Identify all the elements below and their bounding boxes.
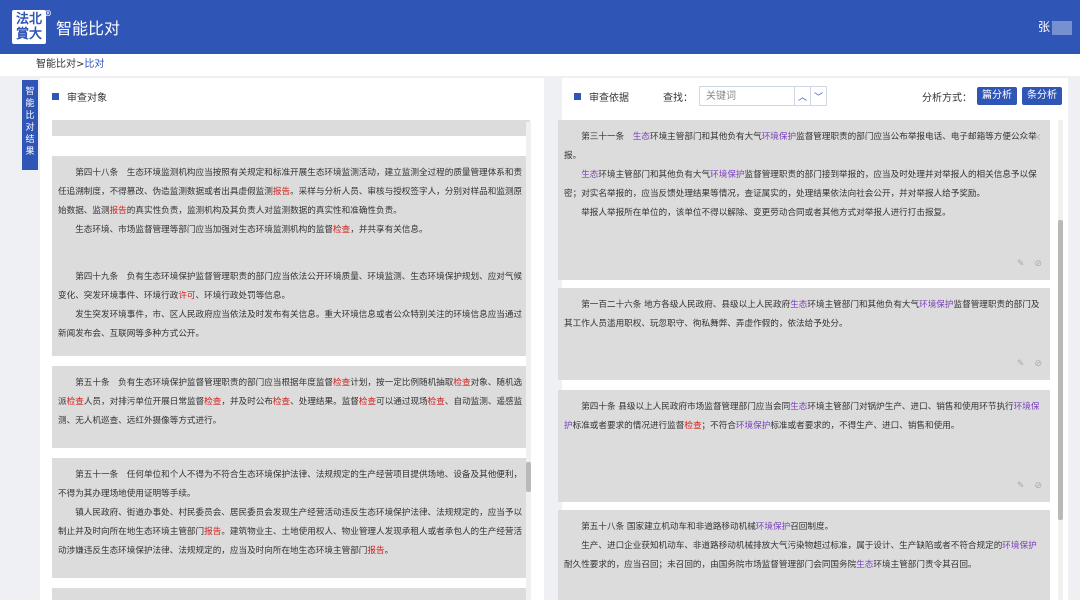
pencil-icon[interactable]: ✎: [1017, 359, 1025, 369]
search-input[interactable]: [699, 86, 795, 106]
clause-paragraph: 第五十一条 任何单位和个人不得为不符合生态环境保护法律、法规规定的生产经营项目提…: [58, 470, 523, 499]
clause-paragraph: 生态环境主管部门和其他负有大气环境保护监督管理职责的部门接到举报的，应当及时处理…: [564, 170, 1037, 199]
side-tab-results[interactable]: 智能比对结果: [22, 80, 38, 170]
keyword-highlight: 检查: [684, 421, 702, 431]
keyword-highlight: 报告: [272, 187, 291, 197]
search-down-button[interactable]: ﹀: [811, 86, 827, 106]
clause-paragraph: 第四十八条 生态环境监测机构应当按照有关规定和标准开展生态环境监测活动，建立监测…: [58, 168, 523, 216]
clause-paragraph: 第五十条 负有生态环境保护监督管理职责的部门应当根据年度监督检查计划，按一定比例…: [58, 378, 523, 426]
panel-title: 审查依据: [589, 92, 629, 104]
keyword-highlight: 生态: [581, 170, 599, 180]
keyword-highlight: 报告: [109, 206, 127, 216]
search-label: 查找：: [663, 92, 693, 104]
clause-paragraph: 第四十九条 负有生态环境保护监督管理职责的部门应当依法公开环境质量、环境监测、生…: [58, 272, 523, 301]
keyword-highlight: 生态: [856, 560, 874, 570]
clause-paragraph: 第一百二十六条 地方各级人民政府、县级以上人民政府生态环境主管部门和其他负有大气…: [564, 300, 1040, 329]
top-bar: 法北 賞大 ® 智能比对 张: [0, 0, 1080, 54]
keyword-highlight: 报告: [204, 527, 222, 537]
check-circle-icon[interactable]: ⊘: [1034, 359, 1042, 369]
keyword-highlight: 检查: [427, 397, 445, 407]
basis-card[interactable]: 第四十条 县级以上人民政府市场监督管理部门应当会同生态环境主管部门对锅炉生产、进…: [558, 390, 1050, 502]
clause-card[interactable]: 第五十一条 任何单位和个人不得为不符合生态环境保护法律、法规规定的生产经营项目提…: [52, 458, 530, 578]
scrollbar-thumb[interactable]: [526, 462, 531, 492]
analysis-label: 分析方式：: [922, 92, 972, 104]
clause-card: [52, 120, 530, 136]
scrollbar[interactable]: [526, 122, 531, 600]
keyword-highlight: 检查: [333, 378, 351, 388]
clause-paragraph: 发生突发环境事件，市、区人民政府应当依法及时发布有关信息。重大环境信息或者公众特…: [58, 310, 523, 339]
basis-card[interactable]: 第一百二十六条 地方各级人民政府、县级以上人民政府生态环境主管部门和其他负有大气…: [558, 288, 1050, 380]
keyword-highlight: 生态: [790, 300, 808, 310]
clause-card[interactable]: 第五十条 负有生态环境保护监督管理职责的部门应当根据年度监督检查计划，按一定比例…: [52, 366, 530, 448]
square-icon: [574, 92, 581, 100]
keyword-highlight: 检查: [66, 397, 84, 407]
breadcrumb: 智能比对>比对: [0, 54, 1080, 76]
keyword-highlight: 报告: [367, 546, 385, 556]
keyword-highlight: 检查: [358, 397, 377, 407]
keyword-highlight: 检查: [272, 397, 291, 407]
basis-list[interactable]: 第三十一条 生态环境主管部门和其他负有大气环境保护监督管理职责的部门应当公布举报…: [558, 120, 1050, 600]
check-circle-icon[interactable]: ⊘: [1034, 259, 1042, 269]
keyword-highlight: 检查: [453, 378, 471, 388]
clause-card[interactable]: 第四十八条 生态环境监测机构应当按照有关规定和标准开展生态环境监测活动，建立监测…: [52, 156, 530, 270]
keyword-highlight: 许可: [178, 291, 196, 301]
scrollbar[interactable]: [1058, 120, 1063, 600]
clause-paragraph: 第四十条 县级以上人民政府市场监督管理部门应当会同生态环境主管部门对锅炉生产、进…: [564, 402, 1040, 431]
user-menu[interactable]: 张: [1038, 18, 1080, 35]
keyword-highlight: 环境保护: [710, 170, 745, 180]
review-object-panel: 审查对象 第四十八条 生态环境监测机构应当按照有关规定和标准开展生态环境监测活动…: [40, 78, 544, 600]
breadcrumb-current: 比对: [84, 59, 105, 70]
clause-paragraph: 生态环境、市场监督管理等部门应当加强对生态环境监测机构的监督检查，并共享有关信息…: [75, 225, 428, 235]
pencil-icon[interactable]: ✎: [1017, 259, 1025, 269]
keyword-highlight: 生态: [632, 132, 650, 142]
keyword-highlight: 检查: [204, 397, 222, 407]
review-basis-panel: 审查依据 查找： ︿ ﹀ 分析方式： 篇分析 条分析 第三十一条 生态环境主管部…: [558, 78, 1068, 600]
clause-paragraph: 第五十八条 国家建立机动车和非道路移动机械环境保护召回制度。: [581, 522, 834, 532]
chevron-down-icon: ﹀: [813, 92, 823, 103]
logo: 法北 賞大 ®: [12, 8, 52, 44]
clause-list[interactable]: 第四十八条 生态环境监测机构应当按照有关规定和标准开展生态环境监测活动，建立监测…: [52, 120, 530, 600]
chevron-up-icon: ︿: [797, 92, 807, 103]
panel-title: 审查对象: [67, 92, 107, 104]
clause-card: [52, 588, 530, 600]
basis-card[interactable]: 第三十一条 生态环境主管部门和其他负有大气环境保护监督管理职责的部门应当公布举报…: [558, 120, 1050, 280]
close-icon[interactable]: ✕: [1033, 128, 1042, 147]
clause-paragraph: 举报人举报所在单位的，该单位不得以解除、变更劳动合同或者其他方式对举报人进行打击…: [581, 208, 951, 218]
article-analysis-button[interactable]: 篇分析: [977, 87, 1017, 105]
clause-paragraph: 镇人民政府、街道办事处、村民委员会、居民委员会发现生产经营活动违反生态环境保护法…: [58, 508, 523, 556]
check-circle-icon[interactable]: ⊘: [1034, 481, 1042, 491]
keyword-highlight: 环境保护: [1002, 541, 1037, 551]
pencil-icon[interactable]: ✎: [1017, 481, 1025, 491]
user-name-mask: [1052, 20, 1072, 35]
keyword-highlight: 环境保护: [755, 522, 791, 532]
square-icon: [52, 92, 59, 100]
scrollbar-thumb[interactable]: [1058, 220, 1063, 520]
keyword-highlight: 环境保护: [919, 300, 954, 310]
search-up-button[interactable]: ︿: [795, 86, 811, 106]
clause-analysis-button[interactable]: 条分析: [1022, 87, 1062, 105]
breadcrumb-root[interactable]: 智能比对: [36, 59, 76, 70]
keyword-highlight: 环境保护: [761, 132, 797, 142]
keyword-highlight: 生态: [790, 402, 808, 412]
clause-card[interactable]: 第四十九条 负有生态环境保护监督管理职责的部门应当依法公开环境质量、环境监测、生…: [52, 260, 530, 356]
app-title: 智能比对: [56, 19, 121, 38]
clause-paragraph: 第三十一条 生态环境主管部门和其他负有大气环境保护监督管理职责的部门应当公布举报…: [564, 132, 1037, 161]
keyword-highlight: 检查: [333, 225, 351, 235]
keyword-highlight: 环境保护: [735, 421, 771, 431]
basis-card[interactable]: 第五十八条 国家建立机动车和非道路移动机械环境保护召回制度。生产、进口企业获知机…: [558, 510, 1050, 600]
clause-paragraph: 生产、进口企业获知机动车、非道路移动机械排放大气污染物超过标准，属于设计、生产缺…: [564, 541, 1037, 570]
